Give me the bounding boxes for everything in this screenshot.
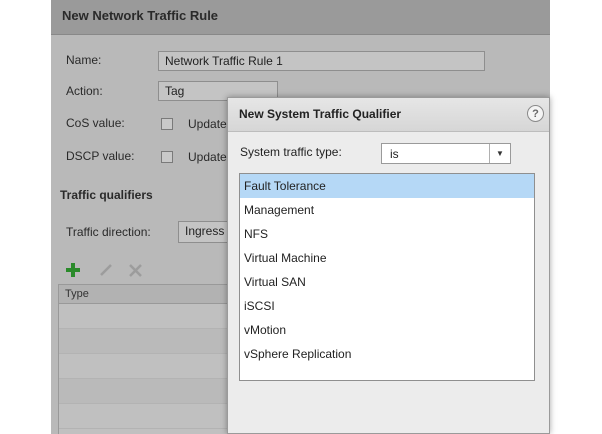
table-header: Type bbox=[59, 285, 229, 304]
traffic-type-list[interactable]: Fault Tolerance Management NFS Virtual M… bbox=[239, 173, 535, 381]
cos-update-label: Update bbox=[188, 117, 227, 131]
dscp-update-checkbox[interactable] bbox=[161, 151, 173, 163]
cos-label: CoS value: bbox=[66, 116, 125, 130]
traffic-qualifiers-heading: Traffic qualifiers bbox=[60, 188, 153, 202]
traffic-direction-label: Traffic direction: bbox=[66, 225, 151, 239]
table-row bbox=[59, 404, 229, 429]
name-input[interactable]: Network Traffic Rule 1 bbox=[158, 51, 485, 71]
table-row bbox=[59, 354, 229, 379]
dialog-title: New Network Traffic Rule bbox=[62, 8, 219, 23]
help-icon[interactable]: ? bbox=[527, 105, 544, 122]
dscp-update-label: Update bbox=[188, 150, 227, 164]
cos-update-checkbox[interactable] bbox=[161, 118, 173, 130]
list-item[interactable]: Virtual SAN bbox=[240, 270, 534, 294]
modal-title: New System Traffic Qualifier bbox=[239, 107, 402, 121]
table-row bbox=[59, 329, 229, 354]
qualifiers-table: Type bbox=[58, 284, 229, 434]
list-item[interactable]: NFS bbox=[240, 222, 534, 246]
list-item[interactable]: iSCSI bbox=[240, 294, 534, 318]
list-item[interactable]: vSphere Replication bbox=[240, 342, 534, 366]
table-row bbox=[59, 379, 229, 404]
traffic-direction-value: Ingress bbox=[185, 224, 225, 238]
operator-select[interactable]: is ▼ bbox=[381, 143, 511, 164]
list-item[interactable]: Fault Tolerance bbox=[240, 174, 534, 198]
operator-select-value: is bbox=[390, 147, 399, 161]
list-item[interactable]: vMotion bbox=[240, 318, 534, 342]
dscp-label: DSCP value: bbox=[66, 149, 135, 163]
delete-icon[interactable] bbox=[129, 264, 142, 277]
action-label: Action: bbox=[66, 84, 103, 98]
column-header-type: Type bbox=[65, 288, 89, 300]
system-traffic-type-label: System traffic type: bbox=[240, 145, 342, 159]
name-label: Name: bbox=[66, 53, 102, 67]
chevron-down-icon[interactable]: ▼ bbox=[489, 144, 510, 163]
action-select-value: Tag bbox=[165, 84, 185, 98]
table-row bbox=[59, 304, 229, 329]
modal-titlebar: New System Traffic Qualifier ? bbox=[228, 98, 549, 132]
list-item[interactable]: Virtual Machine bbox=[240, 246, 534, 270]
new-system-traffic-qualifier-dialog: New System Traffic Qualifier ? System tr… bbox=[227, 97, 550, 434]
edit-pencil-icon[interactable] bbox=[99, 263, 113, 277]
add-icon[interactable] bbox=[66, 263, 80, 277]
dialog-titlebar: New Network Traffic Rule bbox=[51, 0, 550, 35]
list-item[interactable]: Management bbox=[240, 198, 534, 222]
